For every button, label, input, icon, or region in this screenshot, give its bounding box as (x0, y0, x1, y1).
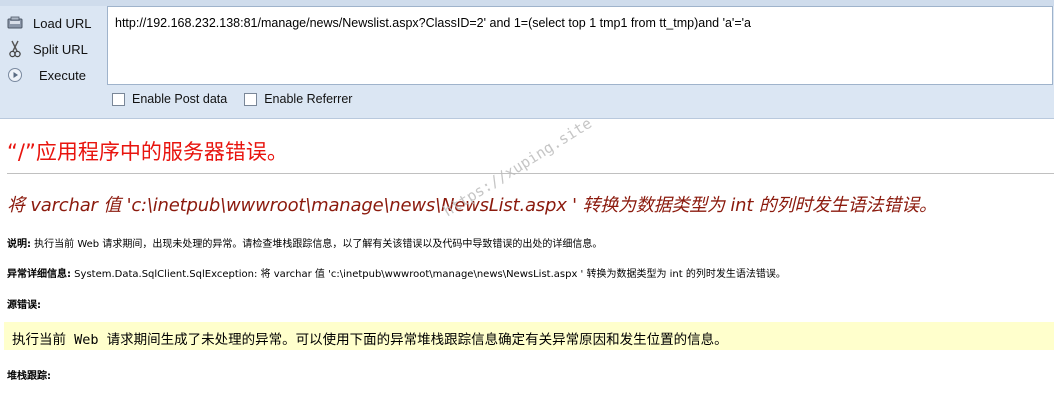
enable-post-data-checkbox[interactable]: Enable Post data (112, 92, 227, 106)
url-textarea[interactable]: http://192.168.232.138:81/manage/news/Ne… (107, 6, 1053, 85)
options-row: Enable Post data Enable Referrer (112, 92, 369, 106)
source-error-text: 执行当前 Web 请求期间生成了未处理的异常。可以使用下面的异常堆栈跟踪信息确定… (12, 332, 728, 348)
description-label: 说明: (7, 239, 31, 250)
scissors-icon (6, 40, 24, 58)
url-value: http://192.168.232.138:81/manage/news/Ne… (115, 16, 751, 30)
split-url-label: Split URL (33, 41, 88, 57)
stack-trace-label: 堆栈跟踪: (7, 371, 51, 382)
referrer-checkbox-box[interactable] (244, 92, 258, 106)
title-divider (7, 173, 1054, 174)
post-data-label: Enable Post data (132, 92, 228, 106)
play-circle-icon (6, 66, 24, 84)
execute-button[interactable]: Execute (6, 63, 102, 87)
split-url-button[interactable]: Split URL (6, 37, 102, 61)
exception-label: 异常详细信息: (7, 269, 71, 280)
source-error-box: 执行当前 Web 请求期间生成了未处理的异常。可以使用下面的异常堆栈跟踪信息确定… (4, 322, 1054, 350)
load-url-icon (6, 14, 24, 32)
source-error-heading: 源错误: (7, 296, 41, 311)
load-url-button[interactable]: Load URL (6, 11, 102, 35)
post-data-checkbox-box[interactable] (112, 92, 125, 106)
server-error-title: “/”应用程序中的服务器错误。 (7, 140, 288, 164)
enable-referrer-checkbox[interactable]: Enable Referrer (244, 92, 352, 106)
exception-details-line: 异常详细信息: System.Data.SqlClient.SqlExcepti… (7, 265, 786, 280)
exception-text: System.Data.SqlClient.SqlException: 将 va… (71, 269, 786, 280)
stack-trace-heading: 堆栈跟踪: (7, 367, 51, 382)
load-url-label: Load URL (33, 15, 92, 31)
description-line: 说明: 执行当前 Web 请求期间，出现未处理的异常。请检查堆栈跟踪信息，以了解… (7, 235, 602, 250)
description-text: 执行当前 Web 请求期间，出现未处理的异常。请检查堆栈跟踪信息，以了解有关该错… (31, 239, 603, 250)
hackbar-toolbar: Load URL Split URL Execute http://192.16… (0, 0, 1054, 119)
execute-label: Execute (39, 67, 86, 83)
source-error-label: 源错误: (7, 300, 41, 311)
referrer-label: Enable Referrer (264, 92, 353, 106)
